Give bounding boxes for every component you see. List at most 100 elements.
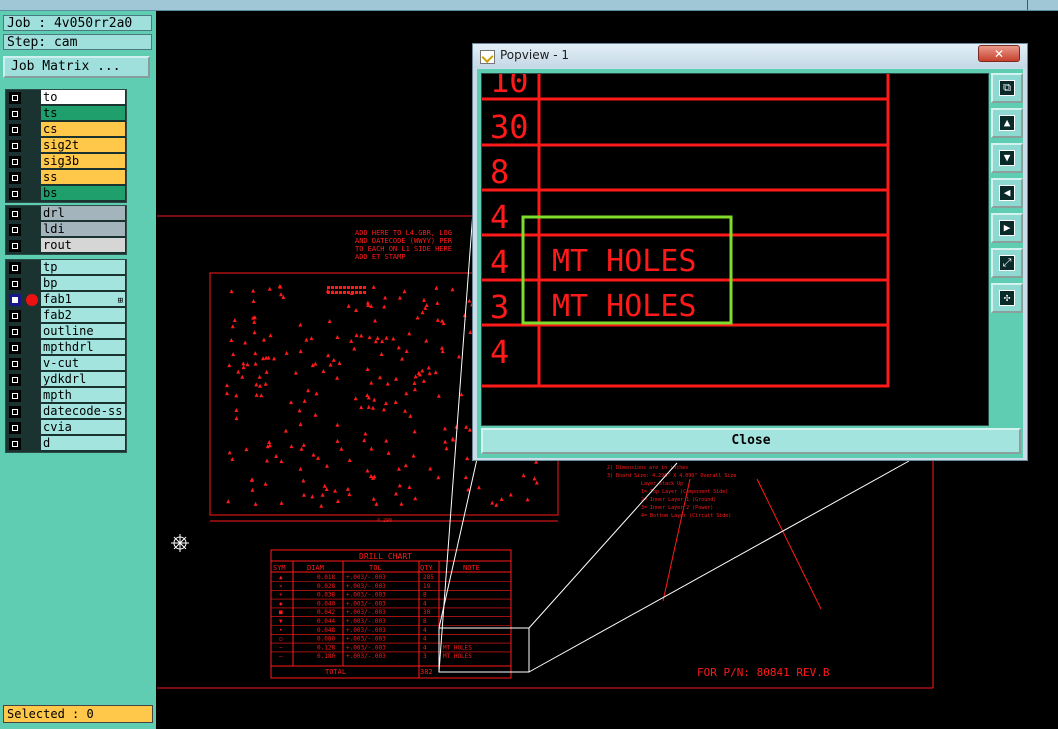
job-matrix-button[interactable]: Job Matrix ... bbox=[3, 56, 150, 78]
layer-row-sig2t[interactable]: sig2t bbox=[6, 138, 126, 154]
layer-checkbox[interactable] bbox=[9, 92, 21, 104]
zoom-home-button[interactable]: ⧉ bbox=[991, 73, 1023, 103]
layer-group-doc: tp bp fab1 ⊞ fab2 outline mpthdrl v-cut ydkdrl mp… bbox=[5, 259, 127, 453]
drill-hit-marker bbox=[298, 466, 303, 471]
layer-checkbox[interactable] bbox=[9, 390, 21, 402]
drill-row-cell: 4 bbox=[423, 600, 427, 607]
pan-down-button[interactable]: ▼ bbox=[991, 143, 1023, 173]
close-button[interactable]: Close bbox=[481, 428, 1021, 454]
layer-name[interactable]: d bbox=[41, 436, 125, 451]
popview-titlebar[interactable]: Popview - 1 ✕ bbox=[473, 44, 1027, 68]
layer-name[interactable]: to bbox=[41, 90, 125, 105]
layer-name[interactable]: ldi bbox=[41, 222, 125, 237]
layer-name[interactable]: fab2 bbox=[41, 308, 125, 323]
layer-checkbox[interactable] bbox=[9, 140, 21, 152]
drill-row-cell: ○ bbox=[279, 636, 283, 643]
layer-checkbox[interactable] bbox=[9, 240, 21, 252]
drill-hit-marker bbox=[298, 349, 303, 354]
zoom-out-button[interactable]: ✣ bbox=[991, 283, 1023, 313]
layer-row-bs[interactable]: bs bbox=[6, 186, 126, 202]
layer-checkbox[interactable] bbox=[9, 124, 21, 136]
layer-name[interactable]: tp bbox=[41, 260, 125, 275]
pan-left-button[interactable]: ◀ bbox=[991, 178, 1023, 208]
layer-row-cs[interactable]: cs bbox=[6, 122, 126, 138]
drill-hit-marker bbox=[408, 413, 413, 418]
pan-up-button[interactable]: ▲ bbox=[991, 108, 1023, 138]
layer-checkbox[interactable] bbox=[9, 342, 21, 354]
drill-row-cell: 0.128 bbox=[317, 644, 335, 651]
layer-row-v-cut[interactable]: v-cut bbox=[6, 356, 126, 372]
popview-zoom-view[interactable]: 10 30 8 4 4 MT HOLES 3 MT HOLES 4 bbox=[481, 73, 989, 426]
drill-hit-marker bbox=[309, 336, 314, 341]
layer-row-datecode-ss[interactable]: datecode-ss bbox=[6, 404, 126, 420]
layer-checkbox[interactable] bbox=[9, 188, 21, 200]
layer-name[interactable]: ss bbox=[41, 170, 125, 185]
layer-row-drl[interactable]: drl bbox=[6, 206, 126, 222]
layer-row-d[interactable]: d bbox=[6, 436, 126, 452]
layer-name[interactable]: datecode-ss bbox=[41, 404, 125, 419]
layer-name[interactable]: outline bbox=[41, 324, 125, 339]
zoom-in-button[interactable]: ⤢ bbox=[991, 248, 1023, 278]
layer-row-bp[interactable]: bp bbox=[6, 276, 126, 292]
drill-hit-marker bbox=[403, 463, 408, 468]
layer-expand-icon[interactable]: ⊞ bbox=[118, 294, 123, 309]
layer-row-ydkdrl[interactable]: ydkdrl bbox=[6, 372, 126, 388]
layer-row-tp[interactable]: tp bbox=[6, 260, 126, 276]
layer-name[interactable]: bs bbox=[41, 186, 125, 201]
layer-row-sig3b[interactable]: sig3b bbox=[6, 154, 126, 170]
layer-checkbox[interactable] bbox=[9, 208, 21, 220]
layer-row-outline[interactable]: outline bbox=[6, 324, 126, 340]
layer-checkbox[interactable] bbox=[9, 108, 21, 120]
layer-name[interactable]: v-cut bbox=[41, 356, 125, 371]
layer-row-fab2[interactable]: fab2 bbox=[6, 308, 126, 324]
drill-row-cell: 4 bbox=[423, 627, 427, 634]
layer-checkbox[interactable] bbox=[9, 358, 21, 370]
smd-pad-marker bbox=[331, 286, 334, 289]
layer-checkbox[interactable] bbox=[9, 262, 21, 274]
drill-hit-marker bbox=[365, 393, 370, 398]
drill-hit-marker bbox=[320, 492, 325, 497]
drill-hit-marker bbox=[234, 408, 239, 413]
drill-row-cell: 0.044 bbox=[317, 618, 335, 625]
drill-hit-marker bbox=[434, 285, 439, 290]
layer-name[interactable]: sig3b bbox=[41, 154, 125, 169]
layer-checkbox[interactable] bbox=[9, 310, 21, 322]
layer-checkbox[interactable] bbox=[9, 172, 21, 184]
layer-checkbox[interactable] bbox=[9, 156, 21, 168]
layer-name[interactable]: cvia bbox=[41, 420, 125, 435]
layer-checkbox[interactable] bbox=[9, 406, 21, 418]
layer-name[interactable]: ydkdrl bbox=[41, 372, 125, 387]
layer-row-cvia[interactable]: cvia bbox=[6, 420, 126, 436]
pan-right-button[interactable]: ▶ bbox=[991, 213, 1023, 243]
layer-row-to[interactable]: to bbox=[6, 90, 126, 106]
layer-row-ldi[interactable]: ldi bbox=[6, 222, 126, 238]
drill-hit-marker bbox=[250, 487, 255, 492]
layer-row-ts[interactable]: ts bbox=[6, 106, 126, 122]
layer-row-mpthdrl[interactable]: mpthdrl bbox=[6, 340, 126, 356]
layer-name[interactable]: fab1 ⊞ bbox=[41, 292, 125, 307]
layer-name[interactable]: mpthdrl bbox=[41, 340, 125, 355]
layer-name[interactable]: sig2t bbox=[41, 138, 125, 153]
pan-up-icon: ▲ bbox=[999, 115, 1015, 131]
popview-window[interactable]: Popview - 1 ✕ 10 30 8 4 4 MT HOLES 3 MT HOLES 4 … bbox=[472, 43, 1028, 461]
layer-row-rout[interactable]: rout bbox=[6, 238, 126, 254]
layer-name[interactable]: ts bbox=[41, 106, 125, 121]
layer-checkbox[interactable] bbox=[9, 438, 21, 450]
layer-checkbox[interactable] bbox=[9, 278, 21, 290]
layer-name[interactable]: mpth bbox=[41, 388, 125, 403]
window-close-button[interactable]: ✕ bbox=[978, 45, 1020, 62]
layer-checkbox[interactable] bbox=[9, 224, 21, 236]
layer-name[interactable]: drl bbox=[41, 206, 125, 221]
layer-checkbox[interactable] bbox=[9, 326, 21, 338]
layer-row-fab1[interactable]: fab1 ⊞ bbox=[6, 292, 126, 308]
drill-hit-marker bbox=[375, 335, 380, 340]
layer-name[interactable]: bp bbox=[41, 276, 125, 291]
layer-name[interactable]: cs bbox=[41, 122, 125, 137]
layer-row-ss[interactable]: ss bbox=[6, 170, 126, 186]
layer-checkbox[interactable] bbox=[9, 294, 21, 306]
layer-checkbox[interactable] bbox=[9, 374, 21, 386]
layer-row-mpth[interactable]: mpth bbox=[6, 388, 126, 404]
header-qty: QTY bbox=[420, 564, 433, 572]
layer-name[interactable]: rout bbox=[41, 238, 125, 253]
layer-checkbox[interactable] bbox=[9, 422, 21, 434]
